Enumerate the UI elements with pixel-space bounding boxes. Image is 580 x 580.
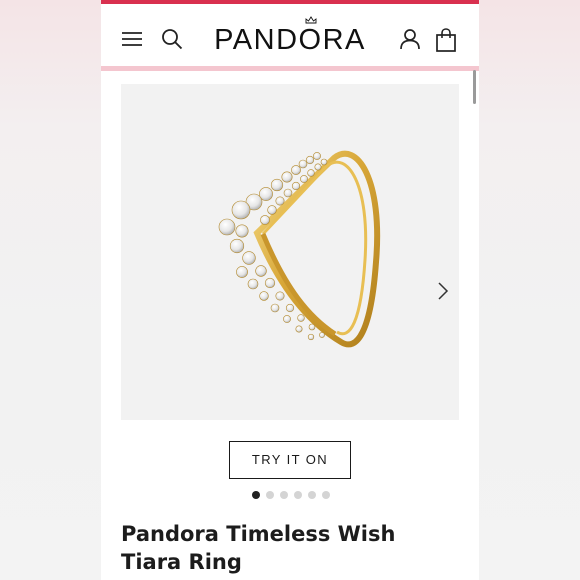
gallery-dot-5[interactable] — [308, 491, 316, 499]
gallery-dot-2[interactable] — [266, 491, 274, 499]
crown-icon — [305, 16, 317, 24]
search-icon[interactable] — [161, 28, 183, 50]
mobile-page: PANDORA TRY IT ON Pandora Timeless Wish … — [101, 0, 479, 580]
chevron-right-icon[interactable] — [437, 281, 449, 301]
gold-tiara-ring-illustration — [218, 150, 381, 348]
scrollbar-thumb[interactable] — [473, 70, 476, 104]
user-account-icon[interactable] — [398, 27, 422, 51]
product-title: Pandora Timeless Wish Tiara Ring — [121, 522, 396, 574]
product-image[interactable] — [121, 84, 459, 420]
header-divider — [101, 66, 479, 71]
page-backdrop-right — [479, 0, 580, 580]
page-backdrop-left — [0, 0, 101, 580]
try-it-on-button[interactable]: TRY IT ON — [229, 441, 351, 479]
gallery-dot-1[interactable] — [252, 491, 260, 499]
pandora-logo[interactable]: PANDORA — [209, 16, 371, 56]
site-header: PANDORA — [101, 4, 479, 66]
gallery-dot-6[interactable] — [322, 491, 330, 499]
hamburger-menu-icon[interactable] — [121, 30, 143, 48]
gallery-dot-4[interactable] — [294, 491, 302, 499]
shopping-bag-icon[interactable] — [435, 28, 457, 52]
gallery-pagination — [252, 491, 332, 499]
gallery-dot-3[interactable] — [280, 491, 288, 499]
logo-text: PANDORA — [214, 24, 366, 56]
